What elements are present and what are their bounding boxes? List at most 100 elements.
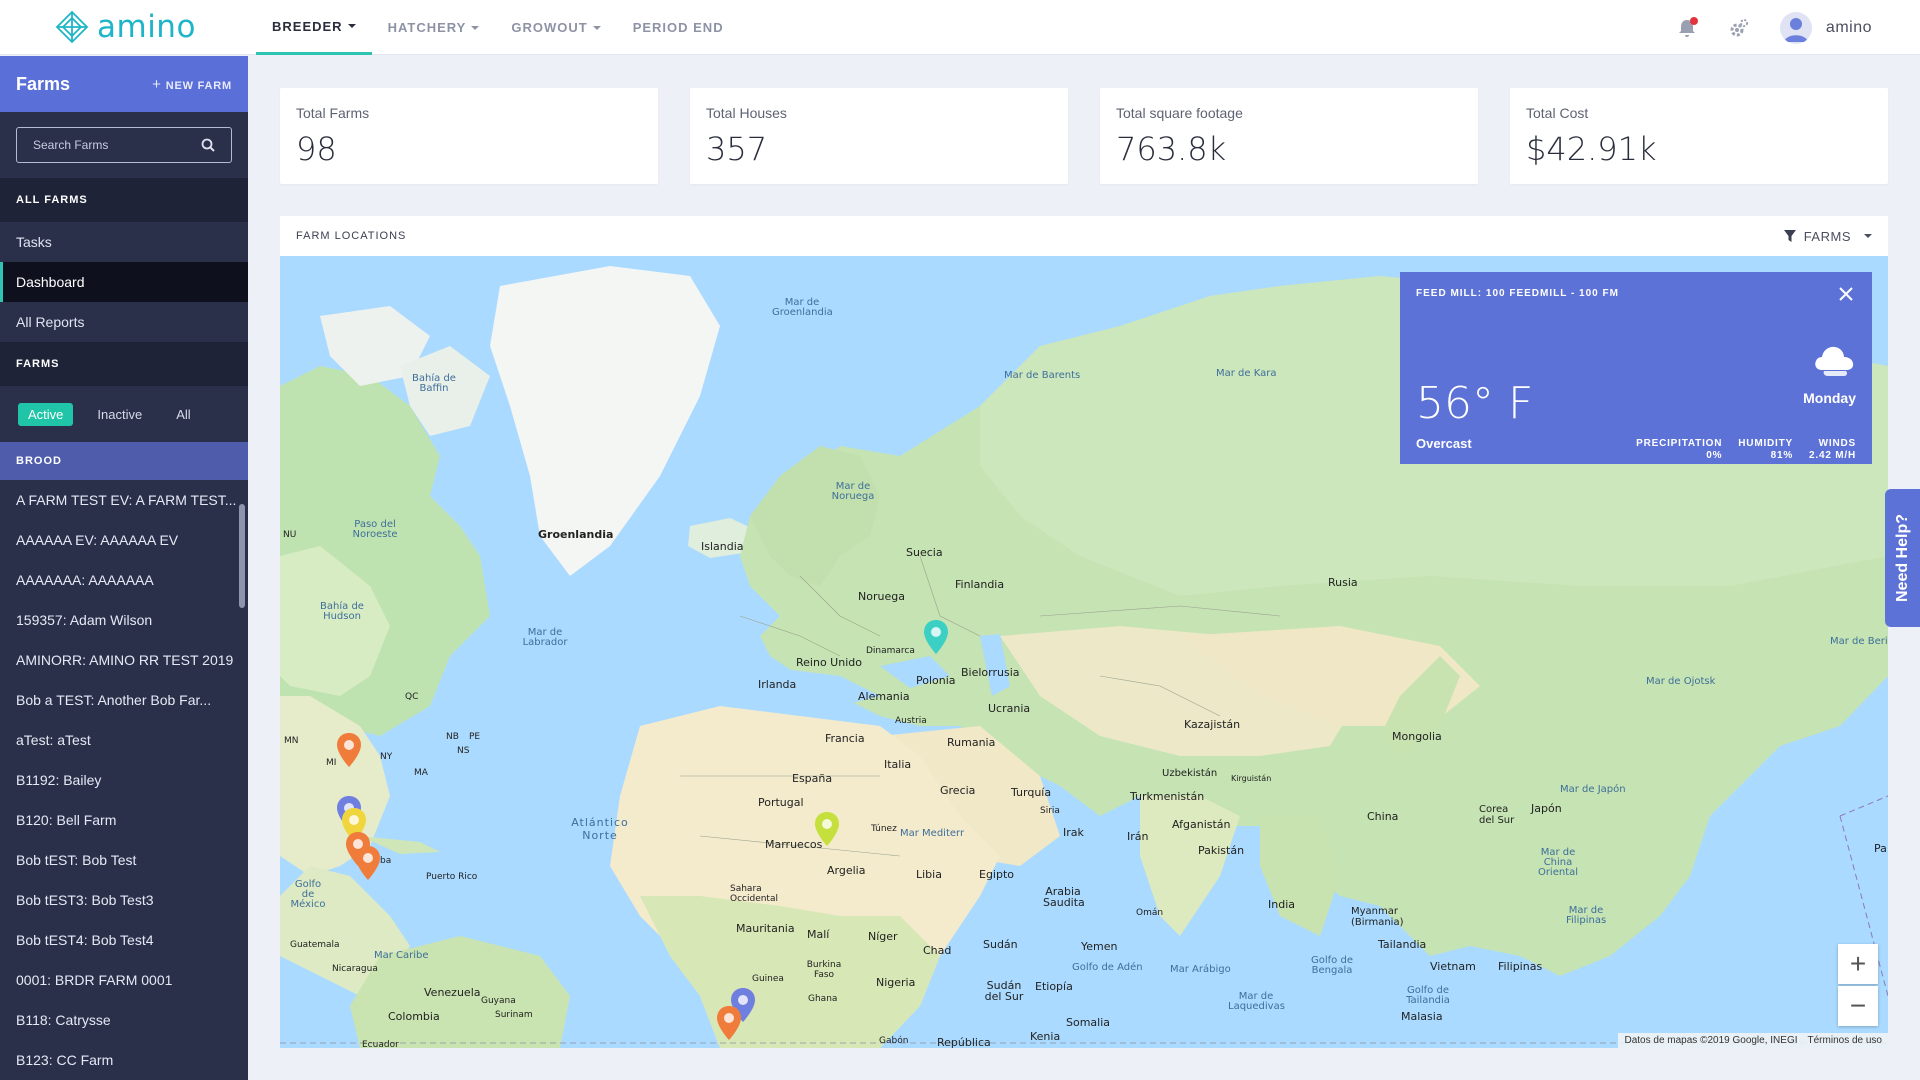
user-menu[interactable]: amino (1779, 11, 1872, 44)
sidebar: Farms +NEW FARM ALL FARMS Tasks Dashboar… (0, 56, 248, 1080)
list-item[interactable]: AAAAAAA: AAAAAAA (0, 560, 248, 600)
map-label: Suecia (906, 546, 943, 559)
farm-locations-panel: FARM LOCATIONS FARMS Groenlandia Islandi… (280, 216, 1888, 1048)
list-item[interactable]: Bob tEST: Bob Test (0, 840, 248, 880)
map-label: MI (326, 758, 337, 768)
map-label: Sudán (983, 938, 1018, 951)
list-item[interactable]: aTest: aTest (0, 720, 248, 760)
notification-dot (1689, 16, 1698, 25)
nav-growout[interactable]: GROWOUT (495, 0, 616, 55)
map-label: NY (380, 752, 393, 762)
list-item[interactable]: B118: Catrysse (0, 1000, 248, 1040)
list-item[interactable]: 159357: Adam Wilson (0, 600, 248, 640)
close-icon[interactable] (1836, 284, 1856, 304)
filter-all[interactable]: All (166, 403, 200, 426)
brood-group-header[interactable]: BROOD (0, 442, 248, 480)
list-item[interactable]: 0001: BRDR FARM 0001 (0, 960, 248, 1000)
map-label: Mar de Labrador (522, 627, 568, 648)
map-label: Bielorrusia (961, 666, 1020, 679)
map-label: Grecia (940, 784, 976, 797)
filter-icon (1783, 230, 1796, 242)
map-label: Egipto (979, 868, 1015, 881)
map-label: Somalia (1066, 1016, 1111, 1029)
map-label: Sudán del Sur (984, 979, 1024, 1003)
map-label: Nigeria (876, 976, 916, 989)
terms-of-use-link[interactable]: Términos de uso (1808, 1035, 1882, 1046)
map-label: Filipinas (1498, 960, 1543, 973)
chevron-down-icon (347, 24, 356, 28)
map-label: Mar de Ojotsk (1646, 676, 1716, 687)
map-label: Gabón (879, 1036, 909, 1046)
top-bar: amino BREEDER HATCHERY GROWOUT PERIOD EN… (0, 0, 1920, 55)
nav-period-end[interactable]: PERIOD END (617, 0, 740, 55)
stat-card-total-houses: Total Houses 357 (690, 88, 1068, 184)
map-label: Japón (1531, 802, 1562, 815)
list-item[interactable]: AAAAAA EV: AAAAAA EV (0, 520, 248, 560)
list-item[interactable]: Bob tEST3: Bob Test3 (0, 880, 248, 920)
farm-location-pin[interactable] (717, 1006, 741, 1040)
map-label: Vietnam (1430, 960, 1476, 973)
stat-label: Total Cost (1526, 105, 1589, 121)
all-farms-header[interactable]: ALL FARMS (0, 178, 248, 222)
farm-status-filter: Active Inactive All (0, 386, 248, 442)
list-item[interactable]: A FARM TEST EV: A FARM TEST... (0, 480, 248, 520)
map-label: MA (414, 768, 428, 778)
sidebar-header: Farms + NEW FARM (0, 56, 248, 112)
map-label: Bahía de Hudson (320, 601, 364, 622)
map-label: Turquía (1011, 786, 1052, 799)
map-label: Reino Unido (796, 656, 862, 669)
map-label: Islandia (701, 540, 744, 553)
map-label: Burkina Faso (806, 960, 842, 980)
stat-value: 2.42 M/H (1809, 450, 1856, 461)
map-label: Mongolia (1392, 730, 1442, 743)
list-item[interactable]: B120: Bell Farm (0, 800, 248, 840)
farm-location-pin[interactable] (356, 846, 380, 880)
search-box (16, 127, 232, 163)
map-label: Mar de Groenlandia (772, 297, 833, 318)
list-item[interactable]: B123: CC Farm (0, 1040, 248, 1080)
list-item[interactable]: B1192: Bailey (0, 760, 248, 800)
zoom-out-button[interactable]: − (1838, 986, 1878, 1026)
zoom-in-button[interactable]: + (1838, 944, 1878, 984)
map-label: Yemen (1081, 940, 1118, 953)
stat-label: HUMIDITY (1738, 438, 1794, 449)
nav-hatchery[interactable]: HATCHERY (372, 0, 496, 55)
sidebar-item-dashboard[interactable]: Dashboard (0, 262, 248, 302)
map-label: Paso del Noroeste (352, 519, 398, 540)
search-farms-input[interactable] (33, 138, 183, 152)
amino-logo-icon (55, 10, 89, 44)
map-label: Etiopía (1035, 980, 1073, 993)
new-farm-button[interactable]: + NEW FARM (152, 76, 232, 93)
notifications-bell-icon[interactable] (1676, 16, 1698, 39)
map-label: Mar Caribe (374, 950, 429, 961)
nav-breeder[interactable]: BREEDER (256, 0, 372, 55)
map-label: Mar de Filipinas (1566, 905, 1607, 926)
map-filter-dropdown[interactable]: FARMS (1783, 229, 1872, 244)
map-label: Portugal (758, 796, 804, 809)
farm-location-pin[interactable] (815, 812, 839, 846)
map-label: Golfo de Bengala (1311, 955, 1353, 976)
search-icon[interactable] (201, 138, 215, 152)
filter-inactive[interactable]: Inactive (87, 403, 152, 426)
list-item[interactable]: AMINORR: AMINO RR TEST 2019 (0, 640, 248, 680)
farm-location-pin[interactable] (924, 620, 948, 654)
sidebar-item-tasks[interactable]: Tasks (0, 222, 248, 262)
weather-title: FEED MILL: 100 FEEDMILL - 100 FM (1416, 288, 1619, 299)
sidebar-scrollbar[interactable] (239, 504, 245, 608)
map-label: Corea del Sur (1479, 804, 1515, 826)
need-help-button[interactable]: Need Help? (1885, 489, 1920, 627)
stat-card-total-square-footage: Total square footage 763.8k (1100, 88, 1478, 184)
filter-active[interactable]: Active (18, 402, 74, 426)
map-label: Sahara Occidental (730, 884, 778, 904)
map-label: Turkmenistán (1130, 790, 1205, 803)
sidebar-item-all-reports[interactable]: All Reports (0, 302, 248, 342)
list-item[interactable]: Bob a TEST: Another Bob Far... (0, 680, 248, 720)
list-item[interactable]: Bob tEST4: Bob Test4 (0, 920, 248, 960)
settings-gears-icon[interactable] (1728, 17, 1750, 39)
map-label: NB (446, 732, 459, 742)
map-label: Mar Arábigo (1170, 964, 1231, 975)
farm-location-pin[interactable] (337, 733, 361, 767)
map-label: Irán (1127, 830, 1149, 843)
logo[interactable]: amino (55, 9, 196, 45)
world-map[interactable]: Groenlandia Islandia Suecia Finlandia No… (280, 256, 1888, 1048)
